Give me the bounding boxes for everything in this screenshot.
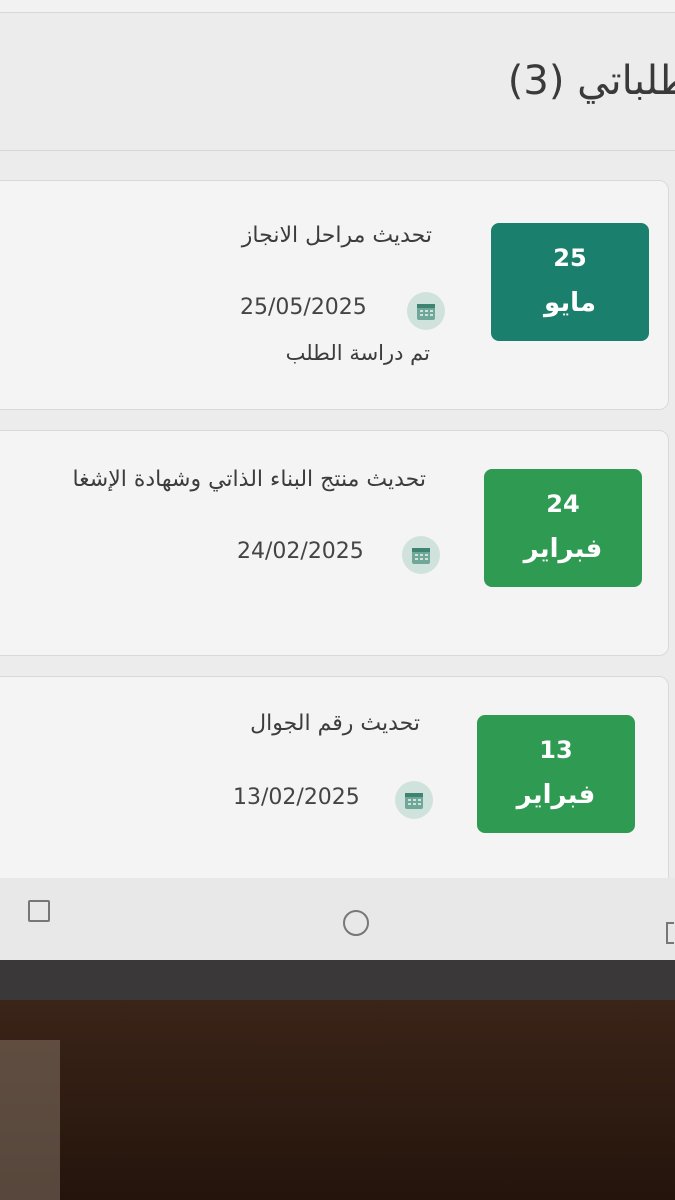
home-icon[interactable] (343, 910, 369, 936)
background-surface (0, 1000, 675, 1200)
request-title: تحديث مراحل الانجاز (241, 223, 432, 248)
calendar-icon (402, 536, 440, 574)
back-icon[interactable] (666, 922, 674, 944)
badge-month: فبراير (516, 780, 596, 810)
request-date: 25/05/2025 (240, 295, 367, 320)
app-screen: طلباتي (3) 25 مايو تحديث مراحل الانجاز 2… (0, 0, 675, 960)
request-status: تم دراسة الطلب (285, 341, 430, 365)
request-card[interactable]: 25 مايو تحديث مراحل الانجاز 25/05/2025 ت… (0, 180, 669, 410)
date-badge: 24 فبراير (484, 469, 642, 587)
calendar-icon (395, 781, 433, 819)
badge-day: 13 (539, 736, 573, 764)
request-date: 13/02/2025 (233, 785, 360, 810)
system-nav-bar (0, 878, 675, 960)
background-edge (0, 1040, 60, 1200)
calendar-icon (407, 292, 445, 330)
request-title: تحديث رقم الجوال (250, 711, 420, 736)
badge-day: 24 (546, 490, 580, 518)
header-divider (0, 150, 675, 151)
request-title: تحديث منتج البناء الذاتي وشهادة الإشغا (72, 467, 426, 492)
badge-month: فبراير (523, 534, 603, 564)
top-bar (0, 0, 675, 13)
date-badge: 13 فبراير (477, 715, 635, 833)
date-badge: 25 مايو (491, 223, 649, 341)
recent-apps-icon[interactable] (28, 900, 50, 922)
badge-month: مايو (544, 288, 596, 318)
badge-day: 25 (553, 244, 587, 272)
request-date: 24/02/2025 (237, 539, 364, 564)
request-card[interactable]: 24 فبراير تحديث منتج البناء الذاتي وشهاد… (0, 430, 669, 656)
request-card[interactable]: 13 فبراير تحديث رقم الجوال 13/02/2025 (0, 676, 669, 896)
page-title: طلباتي (3) (507, 58, 675, 104)
